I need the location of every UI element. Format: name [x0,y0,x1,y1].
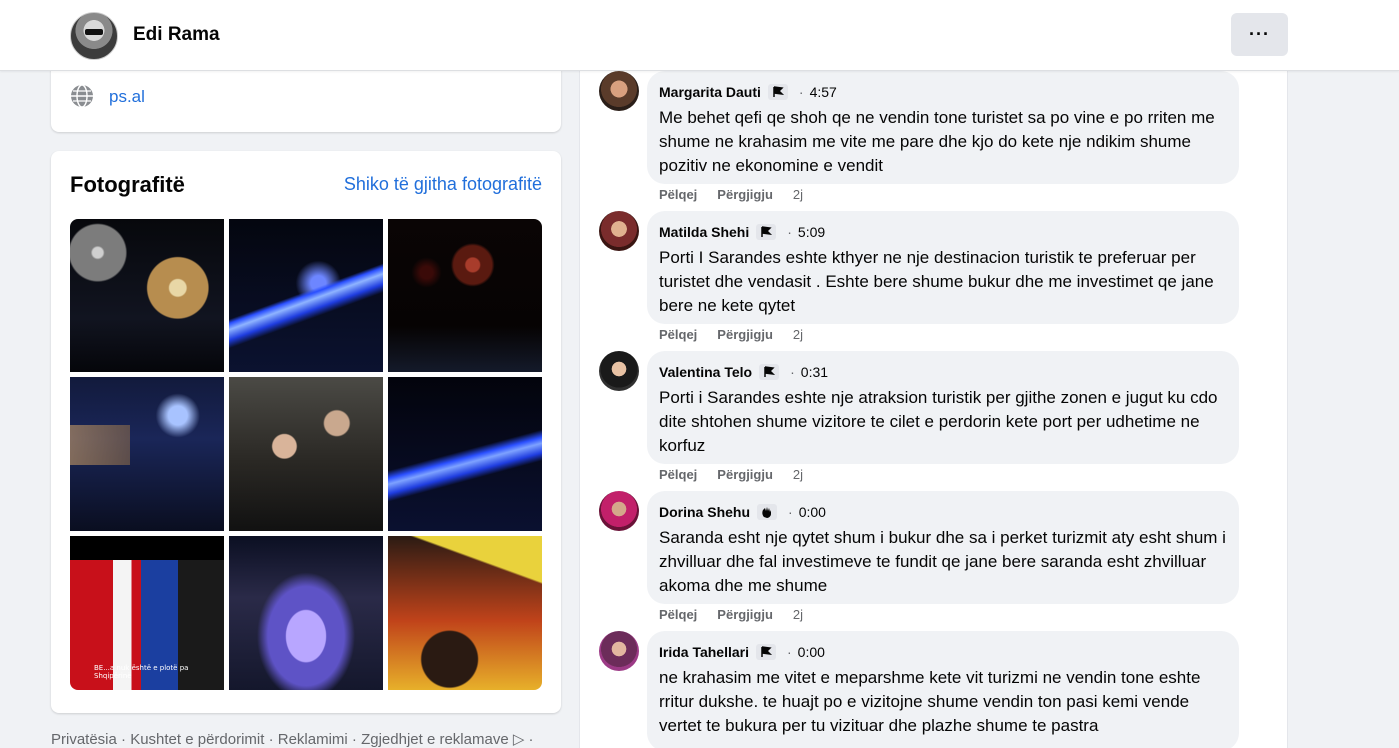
commenter-name[interactable]: Dorina Shehu [659,504,750,520]
photo-thumbnail-blue-bridge[interactable] [388,377,542,531]
profile-avatar[interactable] [70,12,118,60]
commenter-avatar[interactable] [599,211,639,251]
comment-text: ne krahasim me vitet e meparshme kete vi… [659,668,1201,735]
profile-name[interactable]: Edi Rama [133,24,220,46]
comment-age[interactable]: 2j [793,327,803,342]
photo-grid: BE...a nuk është e plotë pa Shqipërinë [70,219,542,690]
photo-caption: BE...a nuk është e plotë pa Shqipërinë [94,664,189,680]
comment-timestamp: 0:31 [800,364,829,380]
comment-age[interactable]: 2j [793,467,803,482]
photo-thumbnail-flags-speech[interactable]: BE...a nuk është e plotë pa Shqipërinë [70,536,224,690]
photo-thumbnail-umbrellas[interactable] [388,536,542,690]
like-button[interactable]: Pëlqej [659,187,697,202]
comment-actions: Pëlqej Përgjigju 2j [659,187,803,202]
photo-thumbnail-bridge-lights[interactable] [229,219,383,372]
like-button[interactable]: Pëlqej [659,327,697,342]
comment-timestamp: 0:00 [797,644,825,660]
website-link[interactable]: ps.al [109,87,145,107]
comment-text: Saranda esht nje qytet shum i bukur dhe … [659,528,1226,595]
comment-age[interactable]: 2j [793,187,803,202]
comment-timestamp: 4:57 [809,84,837,100]
flag-icon [755,643,777,661]
commenter-name[interactable]: Margarita Dauti [659,84,761,100]
comment-age[interactable]: 2j [793,607,803,622]
flag-icon [755,223,777,241]
flag-icon [758,363,780,381]
reply-button[interactable]: Përgjigju [717,467,773,482]
commenter-avatar[interactable] [599,351,639,391]
profile-header: Edi Rama ··· [0,0,1399,71]
photos-title: Fotografitë [70,172,185,197]
comment-actions: Pëlqej Përgjigju 2j [659,607,803,622]
commenter-name[interactable]: Valentina Telo [659,364,752,380]
comment-timestamp: 5:09 [797,224,826,240]
hand-wave-icon [756,503,778,521]
comment-bubble: Margarita Dauti · 4:57 Me behet qefi qe … [647,71,1239,184]
comment-text: Porti i Sarandes eshte nje atraksion tur… [659,388,1218,455]
like-button[interactable]: Pëlqej [659,467,697,482]
commenter-name[interactable]: Irida Tahellari [659,644,749,660]
comment-bubble: Valentina Telo · 0:31 Porti i Sarandes e… [647,351,1239,464]
comment-actions: Pëlqej Përgjigju 2j [659,327,803,342]
comment-timestamp: 0:00 [798,504,826,520]
comment-bubble: Irida Tahellari · 0:00 ne krahasim me vi… [647,631,1239,748]
globe-icon [71,84,93,108]
comment-bubble: Dorina Shehu · 0:00 Saranda esht nje qyt… [647,491,1239,604]
photos-card: Fotografitë Shiko të gjitha fotografitë … [51,151,561,713]
comment-text: Me behet qefi qe shoh qe ne vendin tone … [659,108,1215,175]
photo-thumbnail-aerial-crowd[interactable] [229,536,383,690]
commenter-avatar[interactable] [599,71,639,111]
comments-feed: Margarita Dauti · 4:57 Me behet qefi qe … [579,71,1288,748]
photo-thumbnail-night-crowd[interactable] [70,377,224,531]
like-button[interactable]: Pëlqej [659,607,697,622]
comment-actions: Pëlqej Përgjigju 2j [659,467,803,482]
see-all-photos-link[interactable]: Shiko të gjitha fotografitë [344,174,542,195]
more-options-button[interactable]: ··· [1231,13,1288,56]
commenter-avatar[interactable] [599,631,639,671]
reply-button[interactable]: Përgjigju [717,607,773,622]
photo-thumbnail-fireworks[interactable] [70,219,224,372]
photo-thumbnail-crowd-fireworks[interactable] [388,219,542,372]
reply-button[interactable]: Përgjigju [717,187,773,202]
commenter-avatar[interactable] [599,491,639,531]
reply-button[interactable]: Përgjigju [717,327,773,342]
photo-thumbnail-people[interactable] [229,377,383,531]
comment-bubble: Matilda Shehi · 5:09 Porti I Sarandes es… [647,211,1239,324]
flag-icon [767,83,789,101]
commenter-name[interactable]: Matilda Shehi [659,224,749,240]
footer-links[interactable]: Privatësia · Kushtet e përdorimit · Rekl… [51,730,534,748]
comment-text: Porti I Sarandes eshte kthyer ne nje des… [659,248,1214,315]
